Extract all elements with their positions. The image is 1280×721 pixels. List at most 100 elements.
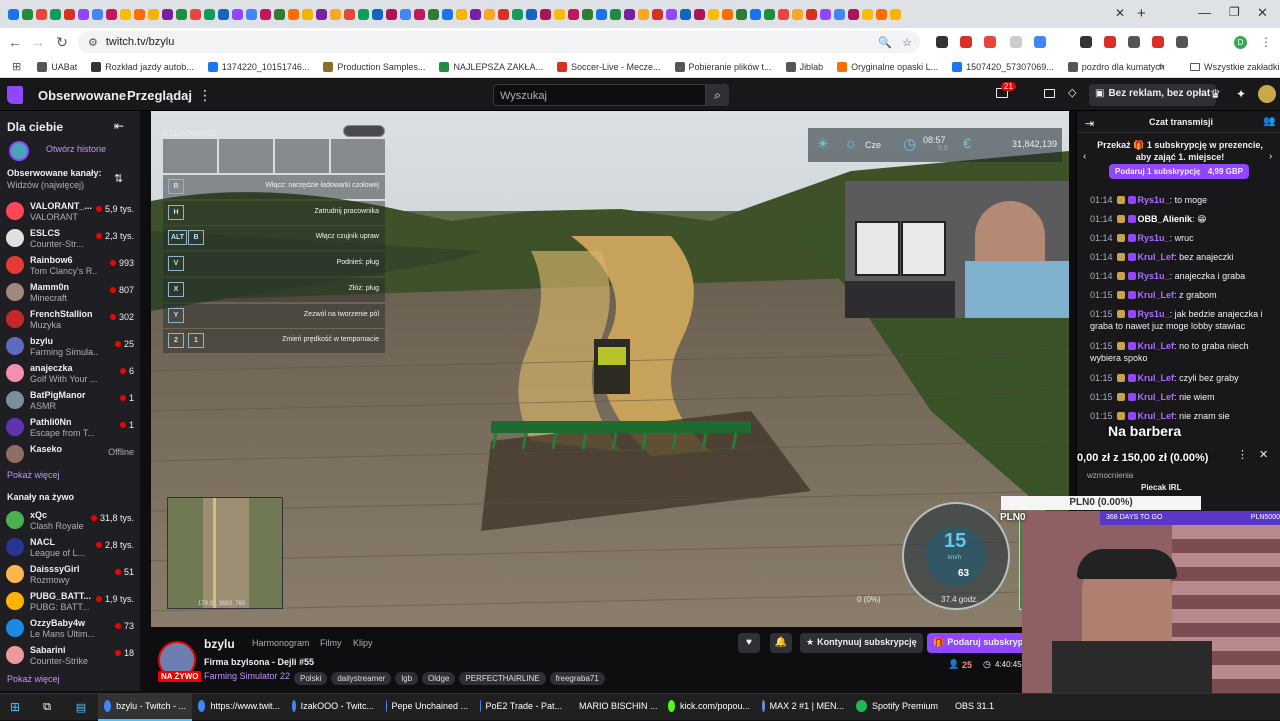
channel-name[interactable]: bzylu: [204, 637, 235, 651]
stream-tag[interactable]: dailystreamer: [331, 672, 391, 685]
taskbar-app[interactable]: IzakOOO - Twitc...: [286, 694, 380, 721]
show-more-link[interactable]: Pokaż więcej: [7, 470, 60, 480]
taskbar-app[interactable]: MAX 2 #1 | MEN...: [756, 694, 850, 721]
tab-favicon[interactable]: [484, 9, 495, 20]
profile-avatar[interactable]: D: [1234, 36, 1247, 49]
chrome-menu-icon[interactable]: ⋮: [1260, 35, 1272, 49]
taskbar-app[interactable]: kick.com/popou...: [662, 694, 756, 721]
sidebar-channel-sabarini[interactable]: SabariniCounter-Strike18: [6, 643, 134, 669]
stream-tag[interactable]: Polski: [294, 672, 327, 685]
bookmark-item[interactable]: UABat: [37, 62, 77, 72]
tab-favicon[interactable]: [722, 9, 733, 20]
twitch-logo[interactable]: [7, 86, 23, 104]
stream-tag[interactable]: lgb: [395, 672, 418, 685]
sidebar-channel-batpigmanor[interactable]: BatPigManorASMR1: [6, 388, 134, 414]
overlay-more-icon[interactable]: ⋮: [1237, 448, 1248, 461]
tab-favicon[interactable]: [554, 9, 565, 20]
tab-favicon[interactable]: [358, 9, 369, 20]
bookmark-item[interactable]: Pobieranie plików t...: [675, 62, 772, 72]
tab-favicon[interactable]: [330, 9, 341, 20]
collapse-sidebar-icon[interactable]: ⇤: [114, 119, 124, 133]
stream-tag[interactable]: freegraba71: [550, 672, 605, 685]
notify-bell-button[interactable]: 🔔: [770, 633, 792, 653]
chat-username[interactable]: Rys1u_: [1138, 195, 1170, 205]
taskbar-app[interactable]: Spotify Premium: [850, 694, 944, 721]
window-close-button[interactable]: ✕: [1257, 5, 1268, 21]
tab-favicon[interactable]: [568, 9, 579, 20]
gift-promo-button[interactable]: Podaruj 1 subskrypcję 4,99 GBP: [1109, 164, 1249, 179]
chat-username[interactable]: Rys1u_: [1138, 309, 1170, 319]
tab-favicon[interactable]: [372, 9, 383, 20]
tab-favicon[interactable]: [498, 9, 509, 20]
tab-favicon[interactable]: [470, 9, 481, 20]
chat-username[interactable]: Krul_Lef: [1138, 392, 1175, 402]
tab-clips[interactable]: Klipy: [353, 638, 373, 648]
tab-favicon[interactable]: [50, 9, 61, 20]
tab-favicon[interactable]: [792, 9, 803, 20]
tab-videos[interactable]: Filmy: [320, 638, 342, 648]
show-more-live-link[interactable]: Pokaż więcej: [7, 674, 60, 684]
sidebar-channel-frenchstallion[interactable]: FrenchStallionMuzyka302: [6, 307, 134, 333]
tab-favicon[interactable]: [834, 9, 845, 20]
stream-game[interactable]: Farming Simulator 22: [204, 671, 290, 681]
reload-icon[interactable]: ↻: [50, 34, 74, 51]
bookmark-item[interactable]: Oryginalne opaski L...: [837, 62, 938, 72]
taskbar-app[interactable]: bzylu - Twitch - ...: [98, 694, 192, 721]
overlay-close-icon[interactable]: ✕: [1259, 448, 1268, 461]
tab-favicon[interactable]: [652, 9, 663, 20]
tab-favicon[interactable]: [260, 9, 271, 20]
chat-users-icon[interactable]: 👥: [1263, 116, 1275, 127]
bookmark-item[interactable]: Jiblab: [786, 62, 824, 72]
back-icon[interactable]: ←: [3, 34, 27, 50]
sidebar-channel-pubgbatt[interactable]: PUBG_BATT...PUBG: BATT...1,9 tys.: [6, 589, 134, 615]
apps-icon[interactable]: ⊞: [12, 60, 21, 73]
tab-favicon[interactable]: [680, 9, 691, 20]
prime-icon[interactable]: ♛: [1210, 87, 1221, 101]
bookmark-item[interactable]: Production Samples...: [323, 62, 425, 72]
chat-username[interactable]: Krul_Lef: [1138, 341, 1175, 351]
promo-prev-icon[interactable]: ‹: [1083, 151, 1086, 162]
no-ads-button[interactable]: ▣Bez reklam, bez opłat: [1089, 84, 1216, 106]
tab-favicon[interactable]: [414, 9, 425, 20]
tab-favicon[interactable]: [246, 9, 257, 20]
tab-favicon[interactable]: [442, 9, 453, 20]
windows-start-icon[interactable]: ⊞: [0, 700, 30, 714]
continue-sub-button[interactable]: ★Kontynuuj subskrypcję: [800, 633, 923, 653]
chat-username[interactable]: Krul_Lef: [1138, 411, 1175, 421]
tab-favicon[interactable]: [190, 9, 201, 20]
sidebar-channel-valorant[interactable]: VALORANT_...VALORANT5,9 tys.: [6, 199, 134, 225]
bookmark-item[interactable]: 1374220_10151746...: [208, 62, 310, 72]
sidebar-channel-anajeczka[interactable]: anajeczkaGolf With Your ...6: [6, 361, 134, 387]
sidebar-channel-daisssygirl[interactable]: DaisssyGirlRozmowy51: [6, 562, 134, 588]
gift-sub-button[interactable]: 🎁Podaruj subskrypcję: [927, 633, 1027, 653]
history-avatar[interactable]: [9, 141, 29, 161]
tab-favicon[interactable]: [302, 9, 313, 20]
extension-icon[interactable]: [1128, 36, 1140, 48]
tab-favicon[interactable]: [204, 9, 215, 20]
tab-favicon[interactable]: [162, 9, 173, 20]
tab-favicon[interactable]: [764, 9, 775, 20]
promo-next-icon[interactable]: ›: [1269, 151, 1272, 162]
open-history-link[interactable]: Otwórz historie: [46, 144, 106, 154]
taskbar-app[interactable]: Pepe Unchained ...: [380, 694, 474, 721]
tab-favicon[interactable]: [848, 9, 859, 20]
tab-favicon[interactable]: [316, 9, 327, 20]
tab-schedule[interactable]: Harmonogram: [252, 638, 310, 648]
bookmark-item[interactable]: 1507420_57307069...: [952, 62, 1054, 72]
extension-icon[interactable]: [960, 36, 972, 48]
followed-sort[interactable]: Widzów (najwięcej): [7, 180, 84, 190]
bookmark-item[interactable]: Rozkład jazdy autob...: [91, 62, 194, 72]
extension-icon[interactable]: [1104, 36, 1116, 48]
nav-browse[interactable]: Przeglądaj: [127, 88, 192, 103]
extension-icon[interactable]: [984, 36, 996, 48]
sidebar-channel-rainbow6[interactable]: Rainbow6Tom Clancy's R...993: [6, 253, 134, 279]
chat-username[interactable]: Krul_Lef: [1138, 290, 1175, 300]
chat-username[interactable]: Rys1u_: [1138, 233, 1170, 243]
controls-toggle[interactable]: [343, 125, 385, 137]
tab-favicon[interactable]: [78, 9, 89, 20]
sidebar-channel-eslcs[interactable]: ESLCSCounter-Str...2,3 tys.: [6, 226, 134, 252]
tab-favicon[interactable]: [36, 9, 47, 20]
sidebar-channel-ozzybaby4w[interactable]: OzzyBaby4wLe Mans Ultim...73: [6, 616, 134, 642]
tab-favicon[interactable]: [708, 9, 719, 20]
bookmarks-overflow-icon[interactable]: »: [1158, 61, 1164, 73]
